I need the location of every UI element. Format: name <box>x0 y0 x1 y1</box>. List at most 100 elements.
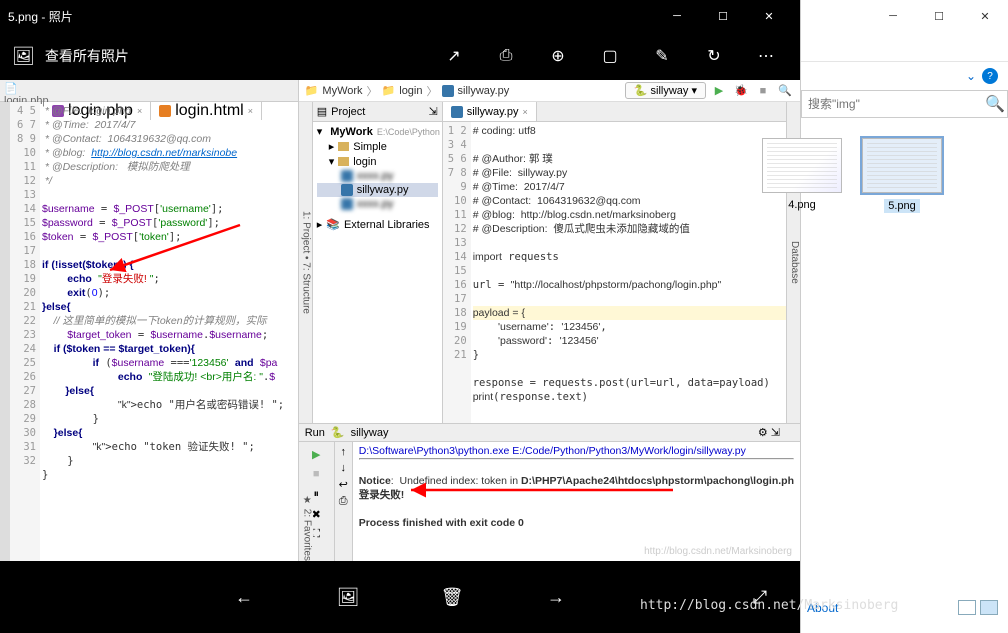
view-toggle[interactable] <box>958 600 998 615</box>
project-tree: ▾ MyWork E:\Code\Python ▸Simple ▾login x… <box>313 122 442 234</box>
tree-node-selected[interactable]: sillyway.py <box>317 183 438 197</box>
project-header[interactable]: ▤ Project ⇲ <box>313 102 442 122</box>
tree-node[interactable]: ▸Simple <box>317 139 438 154</box>
photos-toolbar: 🖼 查看所有照片 ↗ ⎙ ⊕ ▢ ✎ ↻ ⋯ <box>0 32 800 80</box>
view-details-icon[interactable] <box>958 600 976 615</box>
explorer-titlebar: ─ ☐ ✕ <box>801 0 1008 32</box>
crumb[interactable]: sillyway.py <box>458 85 510 97</box>
wrap-icon[interactable]: ↩ <box>339 478 348 491</box>
tree-label: External Libraries <box>344 219 430 231</box>
share-icon[interactable]: ↗ <box>432 34 476 78</box>
folder-icon <box>338 157 349 166</box>
py-file-icon <box>442 85 454 97</box>
maximize-button[interactable]: ☐ <box>916 0 962 32</box>
gear-icon[interactable]: ⚙ ⇲ <box>758 426 780 439</box>
print-icon[interactable]: ⎙ <box>484 34 528 78</box>
tree-label: Simple <box>353 141 387 153</box>
collapse-icon[interactable]: ⇲ <box>428 105 437 118</box>
crumb[interactable]: login <box>399 85 422 97</box>
run-output[interactable]: D:\Software\Python3\python.exe E:/Code/P… <box>353 442 800 561</box>
folder-icon <box>338 142 349 151</box>
code-editor[interactable]: * @File: login.php * @Time: 2017/4/7 * @… <box>42 102 298 561</box>
run-panel-header[interactable]: Run 🐍sillyway ⚙ ⇲ <box>299 423 800 441</box>
project-header-label: Project <box>331 106 365 118</box>
explorer-window: ─ ☐ ✕ ⌄ ? 🔍 4.png 5.png About <box>800 0 1008 633</box>
code-editor[interactable]: # coding: utf8 # @Author: 郭 璞 # @File: s… <box>473 122 786 423</box>
py-file-icon <box>341 184 353 196</box>
zoom-icon[interactable]: ⊕ <box>536 34 580 78</box>
tab-sillyway-py[interactable]: sillyway.py × <box>443 102 537 121</box>
run-panel: ▶ ■ ⏸ ✖ ⛶ ↑ ↓ ↩ ⎙ D:\Software\Python3\py… <box>299 441 800 561</box>
tree-hint: E:\Code\Python <box>377 127 440 137</box>
file-name: 4.png <box>788 199 816 211</box>
collection-button[interactable]: 🖼 <box>326 575 370 619</box>
editor-tabstrip: sillyway.py × <box>443 102 786 122</box>
view-all-photos-button[interactable]: 🖼 查看所有照片 <box>12 46 424 67</box>
stop-icon[interactable]: ■ <box>308 466 324 482</box>
search-box[interactable]: 🔍 <box>801 90 1008 118</box>
search-input[interactable] <box>802 97 983 111</box>
editor-body[interactable]: 1 2 3 4 5 6 7 8 9 10 11 12 13 14 15 16 1… <box>443 122 786 423</box>
favorites-sidetab[interactable]: ★ 2: Favorites <box>299 495 313 561</box>
view-all-label: 查看所有照片 <box>45 46 129 66</box>
ribbon-stub <box>801 32 1008 62</box>
search-icon[interactable]: 🔍 <box>776 82 794 100</box>
print-icon[interactable]: ⎙ <box>339 495 348 508</box>
tree-node[interactable]: xxxx.py <box>317 197 438 211</box>
rerun-icon[interactable]: ▶ <box>308 446 324 462</box>
up-icon[interactable]: ↑ <box>340 446 346 458</box>
edit-icon[interactable]: ✎ <box>640 34 684 78</box>
gutter: 1 2 3 4 5 6 7 8 9 10 11 12 13 14 15 16 1… <box>443 122 471 423</box>
project-panel: ▤ Project ⇲ ▾ MyWork E:\Code\Python ▸Sim… <box>313 102 443 423</box>
tab-label: sillyway.py <box>467 106 519 118</box>
right-ide-panel: 📁 MyWork 〉 📁 login 〉 sillyway.py 🐍 silly… <box>299 80 800 561</box>
more-icon[interactable]: ⋯ <box>744 34 788 78</box>
view-thumbs-icon[interactable] <box>980 600 998 615</box>
project-sidetab[interactable]: 1: Project • 7: Structure <box>299 102 313 423</box>
file-grid[interactable]: 4.png 5.png <box>801 118 1008 233</box>
run-sidebar-2: ↑ ↓ ↩ ⎙ <box>335 442 353 561</box>
external-libraries[interactable]: ▸ 📚 External Libraries <box>317 217 438 232</box>
help-icon[interactable]: ? <box>982 68 998 84</box>
run-icon[interactable]: ▶ <box>710 82 728 100</box>
maximize-button[interactable]: ☐ <box>700 0 746 32</box>
minimize-button[interactable]: ─ <box>870 0 916 32</box>
tree-node[interactable]: xxxx.py <box>317 169 438 183</box>
rotate-icon[interactable]: ↻ <box>692 34 736 78</box>
gallery-icon: 🖼 <box>12 46 35 67</box>
file-thumbnail <box>762 138 842 193</box>
tree-label: MyWork <box>330 126 373 138</box>
photos-window: 5.png - 照片 ─ ☐ ✕ 🖼 查看所有照片 ↗ ⎙ ⊕ ▢ ✎ ↻ ⋯ … <box>0 0 800 633</box>
tree-node[interactable]: ▾login <box>317 154 438 169</box>
tree-root[interactable]: ▾ MyWork E:\Code\Python <box>317 124 438 139</box>
left-ide-panel: 📄 login.php login.php × login.html × 4 5… <box>0 80 299 561</box>
left-sidetab[interactable] <box>0 102 10 561</box>
folder-icon: 📁 <box>382 84 396 97</box>
crumb[interactable]: MyWork <box>322 85 362 97</box>
slideshow-icon[interactable]: ▢ <box>588 34 632 78</box>
photos-titlebar: 5.png - 照片 ─ ☐ ✕ <box>0 0 800 32</box>
window-title: 5.png - 照片 <box>8 8 654 25</box>
next-button[interactable]: → <box>534 575 578 619</box>
chevron-down-icon[interactable]: ⌄ <box>966 69 976 83</box>
delete-button[interactable]: 🗑 <box>430 575 474 619</box>
debug-icon[interactable]: 🐞 <box>732 82 750 100</box>
tree-label: sillyway.py <box>357 184 409 196</box>
gutter: 4 5 6 7 8 9 10 11 12 13 14 15 16 17 18 1… <box>10 102 40 561</box>
stop-icon[interactable]: ■ <box>754 82 772 100</box>
file-name: 5.png <box>884 199 920 213</box>
run-config-dropdown[interactable]: 🐍 sillyway ▾ <box>625 82 706 99</box>
py-file-icon <box>341 170 353 182</box>
tab-top: 📄 login.php <box>0 80 50 101</box>
py-file-icon <box>451 106 463 118</box>
file-item[interactable]: 4.png <box>757 138 847 213</box>
down-icon[interactable]: ↓ <box>340 462 346 474</box>
search-icon[interactable]: 🔍 <box>983 94 1007 114</box>
file-item-selected[interactable]: 5.png <box>857 138 947 213</box>
close-button[interactable]: ✕ <box>962 0 1008 32</box>
close-tab-icon[interactable]: × <box>522 107 527 117</box>
prev-button[interactable]: ← <box>222 575 266 619</box>
close-button[interactable]: ✕ <box>746 0 792 32</box>
minimize-button[interactable]: ─ <box>654 0 700 32</box>
photos-bottom-bar: ← 🖼 🗑 → ⤢ <box>0 561 800 633</box>
